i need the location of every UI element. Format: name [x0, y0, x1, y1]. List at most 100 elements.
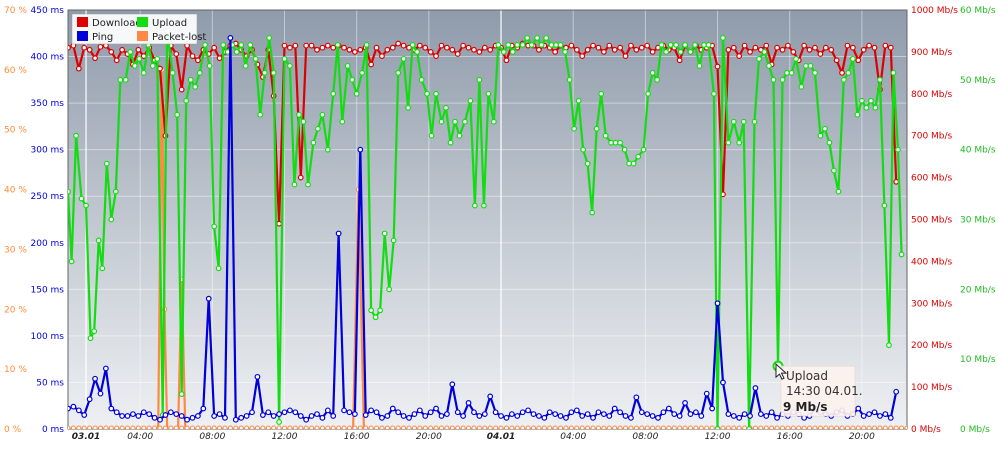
ping-point: [741, 411, 748, 418]
download-point: [606, 42, 613, 49]
upload-point: [736, 139, 743, 146]
upload-point: [849, 55, 856, 62]
download-point: [379, 53, 385, 59]
ping-point: [698, 413, 705, 419]
legend-label-download[interactable]: Download: [92, 18, 142, 29]
download-point: [81, 44, 88, 51]
upload-point: [319, 111, 326, 118]
upload-point: [68, 258, 75, 265]
upload-point: [598, 90, 605, 97]
upload-point: [281, 55, 288, 62]
ping-point: [124, 413, 131, 419]
ping-point: [270, 413, 277, 419]
ping-point: [692, 409, 699, 416]
legend-label-packet-lost[interactable]: Packet-lost: [152, 32, 206, 43]
loss-axis-tick: 40 %: [4, 186, 27, 196]
legend-swatch-upload: [137, 17, 148, 27]
ping-point: [368, 407, 375, 414]
upload-axis-tick: 60 Mb/s: [960, 6, 996, 16]
download-point: [790, 49, 797, 55]
ping-point: [877, 413, 883, 419]
ping-point: [444, 411, 450, 418]
speed-axis-tick: 100 Mb/s: [911, 383, 953, 393]
ping-point: [665, 405, 672, 412]
upload-point: [548, 42, 555, 48]
ping-point: [384, 413, 391, 419]
upload-point: [630, 160, 637, 167]
upload-point: [667, 42, 674, 48]
upload-point: [183, 97, 190, 104]
download-point: [287, 44, 293, 51]
ping-point: [81, 412, 88, 418]
legend-swatch-ping: [77, 31, 88, 41]
download-point: [449, 46, 456, 53]
upload-axis-tick: 20 Mb/s: [960, 285, 996, 295]
speed-axis-tick: 1000 Mb/s: [911, 6, 958, 16]
upload-point: [476, 76, 483, 83]
ping-point: [259, 412, 266, 418]
upload-point: [687, 49, 694, 55]
download-point: [855, 57, 862, 64]
upload-point: [314, 125, 321, 132]
upload-point: [252, 55, 259, 62]
download-point: [92, 55, 98, 62]
network-chart: 0 % 10 % 20 % 30 % 40 % 50 % 60 % 70 % 0 ms 50 ms…: [4, 6, 996, 442]
download-point: [427, 49, 434, 55]
upload-point: [192, 83, 199, 90]
download-point: [292, 42, 299, 49]
upload-point: [835, 188, 842, 195]
ping-axis-tick: 50 ms: [36, 378, 64, 388]
ping-point: [682, 400, 688, 406]
upload-point: [174, 111, 181, 118]
ping-point: [205, 295, 212, 302]
upload-point: [386, 286, 393, 293]
legend[interactable]: Download Upload Ping Packet-lost: [71, 13, 206, 45]
upload-point: [87, 335, 94, 342]
upload-point: [73, 132, 80, 139]
upload-point: [509, 49, 516, 55]
ping-point: [887, 414, 894, 421]
upload-point: [428, 132, 435, 139]
ping-point: [866, 411, 873, 418]
loss-axis-tick: 30 %: [4, 245, 27, 255]
ping-point: [297, 413, 304, 419]
upload-point: [589, 209, 596, 216]
ping-axis-tick: 450 ms: [31, 6, 65, 16]
upload-point: [409, 42, 416, 48]
ping-point: [649, 413, 656, 419]
download-point: [676, 57, 683, 64]
download-point: [216, 55, 223, 62]
upload-point: [368, 307, 375, 314]
download-point: [785, 42, 791, 49]
download-point: [481, 44, 488, 51]
legend-label-upload[interactable]: Upload: [152, 18, 187, 29]
upload-point: [122, 76, 129, 83]
upload-point: [324, 146, 331, 153]
ping-point: [330, 413, 337, 419]
download-point: [725, 46, 732, 53]
upload-point: [291, 181, 298, 188]
download-point: [400, 42, 407, 49]
upload-axis-tick: 40 Mb/s: [960, 146, 996, 156]
upload-point: [584, 160, 591, 167]
ping-point: [644, 411, 651, 418]
ping-point: [249, 409, 255, 416]
download-point: [714, 63, 721, 70]
ping-point: [427, 409, 434, 416]
download-point: [763, 42, 770, 49]
upload-point: [112, 188, 119, 195]
upload-point: [438, 118, 445, 125]
download-point: [752, 44, 759, 51]
upload-point: [580, 146, 587, 153]
upload-point: [95, 237, 102, 244]
upload-point: [858, 97, 865, 104]
upload-point: [247, 42, 254, 48]
upload-point: [566, 76, 573, 83]
ping-axis-tick: 200 ms: [31, 239, 65, 249]
ping-point: [703, 390, 710, 397]
legend-swatch-download: [77, 17, 88, 27]
download-point: [747, 49, 753, 55]
legend-label-ping[interactable]: Ping: [92, 32, 113, 43]
download-point: [882, 42, 889, 49]
upload-point: [524, 35, 531, 41]
